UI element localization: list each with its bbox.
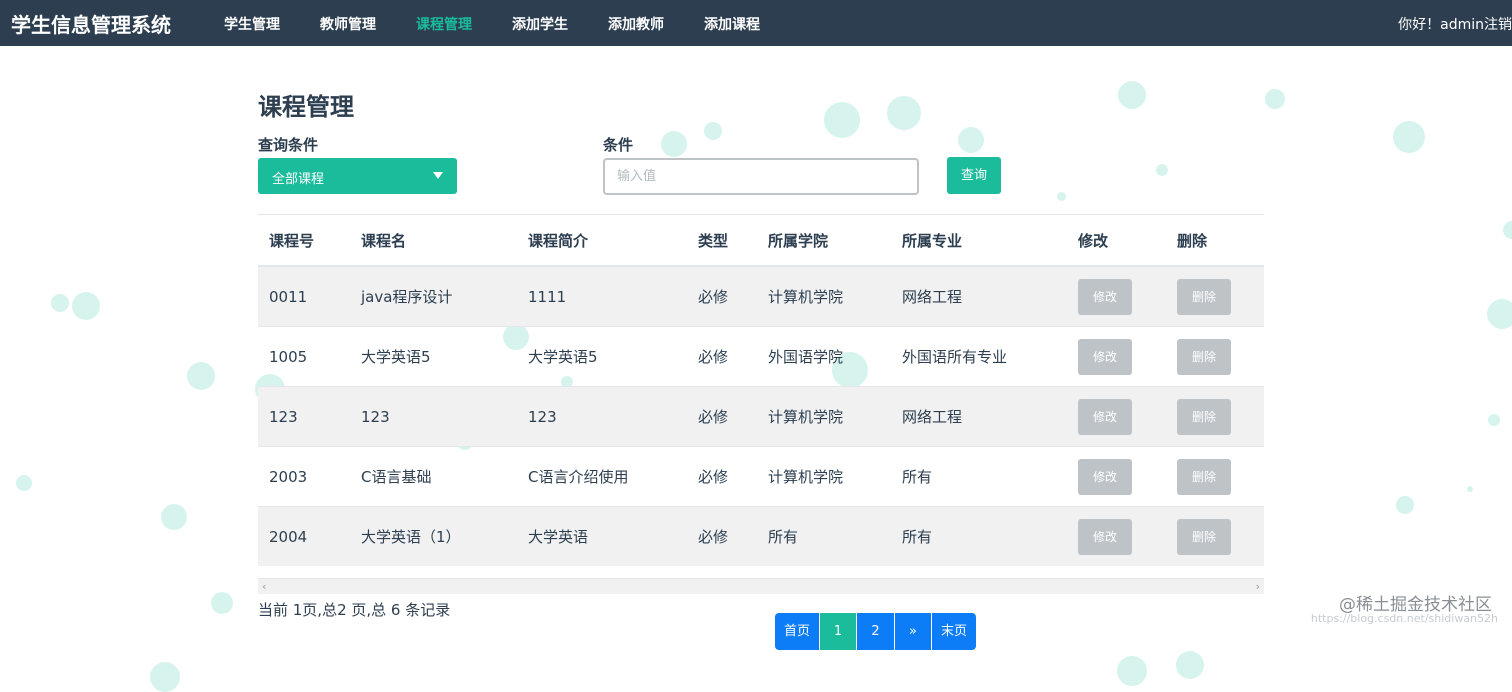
- header-major: 所属专业: [891, 214, 1067, 267]
- cell-edit: 修改: [1067, 506, 1166, 566]
- query-condition-label: 查询条件: [258, 136, 319, 154]
- cell-delete: 删除: [1166, 506, 1264, 566]
- header-course-intro: 课程简介: [517, 214, 687, 267]
- user-greeting: 你好！admin注销: [1398, 14, 1512, 34]
- cell-delete: 删除: [1166, 265, 1264, 327]
- cell-delete: 删除: [1166, 326, 1264, 387]
- cell-course-intro: 大学英语5: [517, 326, 687, 387]
- edit-button[interactable]: 修改: [1078, 518, 1132, 555]
- cell-course-intro: C语言介绍使用: [517, 446, 687, 507]
- table-row: 2004 大学英语（1） 大学英语 必修 所有 所有 修改 删除: [258, 506, 1264, 566]
- cell-course-id: 0011: [258, 265, 350, 327]
- table-row: 123 123 123 必修 计算机学院 网络工程 修改 删除: [258, 386, 1264, 447]
- edit-button[interactable]: 修改: [1078, 338, 1132, 375]
- pager-next[interactable]: »: [895, 613, 932, 650]
- pager-first[interactable]: 首页: [775, 613, 820, 650]
- cell-course-id: 2003: [258, 446, 350, 507]
- record-info: 当前 1页,总2 页,总 6 条记录: [258, 601, 451, 619]
- delete-button[interactable]: 删除: [1177, 278, 1231, 315]
- nav-item-student-management[interactable]: 学生管理: [224, 14, 280, 34]
- pager-page-2[interactable]: 2: [857, 613, 895, 650]
- cell-major: 网络工程: [891, 386, 1067, 447]
- cell-course-id: 2004: [258, 506, 350, 566]
- nav-item-teacher-management[interactable]: 教师管理: [320, 14, 376, 34]
- cell-type: 必修: [687, 446, 757, 507]
- pagination: 首页 1 2 » 末页: [775, 613, 976, 650]
- cell-college: 所有: [757, 506, 891, 566]
- edit-button[interactable]: 修改: [1078, 458, 1132, 495]
- cell-major: 网络工程: [891, 265, 1067, 327]
- pager-last[interactable]: 末页: [932, 613, 976, 650]
- cell-course-name: 大学英语5: [350, 326, 517, 387]
- cell-course-name: java程序设计: [350, 265, 517, 327]
- cell-course-name: 大学英语（1）: [350, 506, 517, 566]
- cell-major: 所有: [891, 446, 1067, 507]
- cell-edit: 修改: [1067, 446, 1166, 507]
- cell-major: 所有: [891, 506, 1067, 566]
- nav-item-add-student[interactable]: 添加学生: [512, 14, 568, 34]
- page-title: 课程管理: [258, 93, 354, 121]
- search-input[interactable]: [603, 158, 919, 195]
- query-button[interactable]: 查询: [947, 157, 1001, 194]
- cell-course-id: 123: [258, 386, 350, 447]
- delete-button[interactable]: 删除: [1177, 518, 1231, 555]
- table-row: 2003 C语言基础 C语言介绍使用 必修 计算机学院 所有 修改 删除: [258, 446, 1264, 507]
- table-row: 0011 java程序设计 1111 必修 计算机学院 网络工程 修改 删除: [258, 265, 1264, 327]
- nav-item-course-management[interactable]: 课程管理: [416, 14, 472, 34]
- cell-type: 必修: [687, 326, 757, 387]
- header-edit: 修改: [1067, 214, 1166, 267]
- cell-delete: 删除: [1166, 446, 1264, 507]
- table-header-row: 课程号 课程名 课程简介 类型 所属学院 所属专业 修改 删除: [258, 214, 1264, 267]
- scroll-left-icon[interactable]: ‹: [262, 580, 266, 593]
- cell-type: 必修: [687, 265, 757, 327]
- cell-edit: 修改: [1067, 265, 1166, 327]
- scroll-right-icon[interactable]: ›: [1256, 580, 1260, 593]
- cell-course-id: 1005: [258, 326, 350, 387]
- delete-button[interactable]: 删除: [1177, 458, 1231, 495]
- condition-label: 条件: [603, 136, 634, 154]
- header-college: 所属学院: [757, 214, 891, 267]
- cell-major: 外国语所有专业: [891, 326, 1067, 387]
- top-navbar: 学生信息管理系统 学生管理 教师管理 课程管理 添加学生 添加教师 添加课程 你…: [0, 0, 1512, 46]
- main-content: 课程管理 查询条件 条件 全部课程 查询 课程号 课程名 课程简介 类型 所属学…: [0, 46, 1512, 679]
- brand-title[interactable]: 学生信息管理系统: [11, 9, 171, 38]
- horizontal-scrollbar[interactable]: ‹ ›: [258, 578, 1264, 594]
- edit-button[interactable]: 修改: [1078, 398, 1132, 435]
- cell-college: 计算机学院: [757, 386, 891, 447]
- header-type: 类型: [687, 214, 757, 267]
- nav-item-add-teacher[interactable]: 添加教师: [608, 14, 664, 34]
- header-course-id: 课程号: [258, 214, 350, 267]
- caret-down-icon: [433, 172, 443, 179]
- cell-course-intro: 123: [517, 386, 687, 447]
- cell-delete: 删除: [1166, 386, 1264, 447]
- cell-type: 必修: [687, 506, 757, 566]
- edit-button[interactable]: 修改: [1078, 278, 1132, 315]
- cell-course-name: C语言基础: [350, 446, 517, 507]
- cell-course-intro: 1111: [517, 265, 687, 327]
- nav-item-add-course[interactable]: 添加课程: [704, 14, 760, 34]
- header-course-name: 课程名: [350, 214, 517, 267]
- select-value: 全部课程: [272, 172, 325, 187]
- course-filter-select[interactable]: 全部课程: [258, 158, 457, 194]
- logout-link[interactable]: 注销: [1484, 17, 1512, 33]
- table-row: 1005 大学英语5 大学英语5 必修 外国语学院 外国语所有专业 修改 删除: [258, 326, 1264, 387]
- cell-college: 计算机学院: [757, 265, 891, 327]
- delete-button[interactable]: 删除: [1177, 338, 1231, 375]
- header-delete: 删除: [1166, 214, 1264, 267]
- cell-college: 外国语学院: [757, 326, 891, 387]
- cell-type: 必修: [687, 386, 757, 447]
- cell-course-intro: 大学英语: [517, 506, 687, 566]
- cell-college: 计算机学院: [757, 446, 891, 507]
- cell-edit: 修改: [1067, 326, 1166, 387]
- cell-edit: 修改: [1067, 386, 1166, 447]
- course-table: 课程号 课程名 课程简介 类型 所属学院 所属专业 修改 删除 0011 jav…: [258, 214, 1264, 566]
- watermark-url: https://blog.csdn.net/shidiwan52h: [1310, 612, 1498, 625]
- pager-page-1[interactable]: 1: [820, 613, 857, 650]
- cell-course-name: 123: [350, 386, 517, 447]
- greeting-text: 你好！admin: [1398, 17, 1484, 33]
- delete-button[interactable]: 删除: [1177, 398, 1231, 435]
